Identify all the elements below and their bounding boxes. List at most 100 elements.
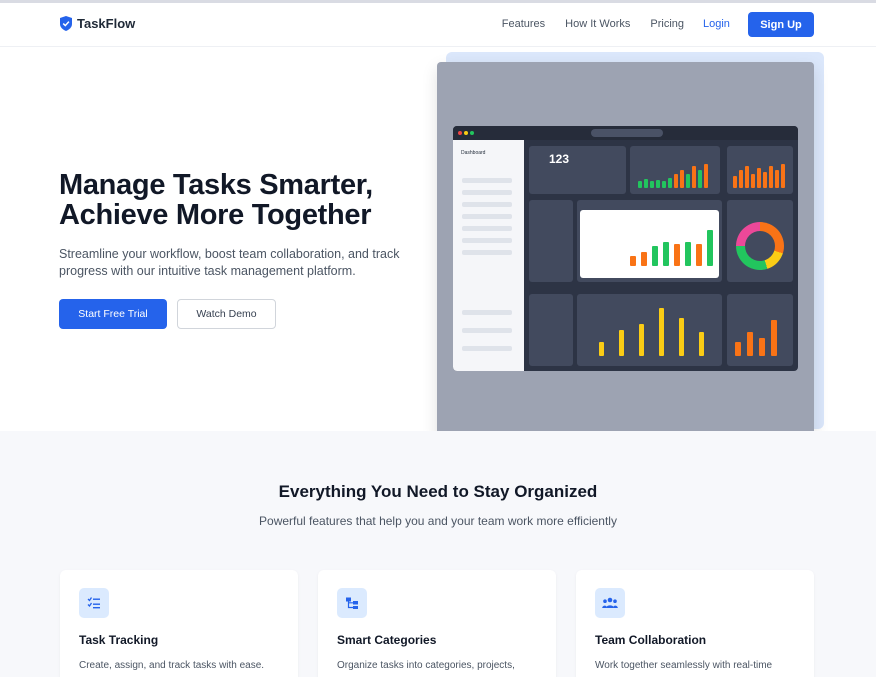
feature-card-title: Task Tracking: [79, 633, 159, 647]
chart-panel: [577, 294, 722, 366]
sidebar-user: [462, 346, 512, 351]
window-dot-icon: [464, 131, 468, 135]
chart-bar: [769, 166, 773, 188]
dashboard-search: [591, 129, 663, 137]
chart-bar: [679, 318, 684, 356]
nav-link-how-it-works[interactable]: How It Works: [565, 18, 630, 30]
sidebar-user: [462, 328, 512, 333]
sidebar-line: [462, 214, 512, 219]
chart-bar: [704, 164, 708, 188]
feature-card-smart-categories: Smart Categories Organize tasks into cat…: [318, 570, 556, 677]
chart-bar: [699, 332, 704, 356]
bar-chart: [630, 226, 716, 266]
chart-bar: [680, 170, 684, 188]
chart-bar: [644, 179, 648, 188]
chart-bar: [638, 181, 642, 188]
brand-name: TaskFlow: [77, 16, 136, 31]
chart-bar: [650, 181, 654, 188]
chart-bar: [662, 181, 666, 188]
dashboard-topbar: [453, 126, 798, 140]
feature-card-description: Organize tasks into categories, projects…: [337, 660, 515, 671]
nav-link-features[interactable]: Features: [502, 18, 545, 30]
list-panel: [529, 294, 573, 366]
bar-chart: [599, 308, 715, 356]
hero-title: Manage Tasks Smarter, Achieve More Toget…: [59, 170, 439, 230]
dashboard-sidebar-title: Dashboard: [461, 150, 486, 156]
start-free-trial-button[interactable]: Start Free Trial: [59, 299, 167, 329]
feature-card-description: Create, assign, and track tasks with eas…: [79, 660, 265, 671]
donut-chart: [736, 222, 784, 270]
chart-bar: [668, 178, 672, 188]
sidebar-line: [462, 178, 512, 183]
chart-bar: [641, 252, 647, 266]
chart-bar: [696, 244, 702, 266]
signup-button[interactable]: Sign Up: [748, 12, 814, 37]
feature-card-description: Work together seamlessly with real-time: [595, 660, 773, 671]
sidebar-line: [462, 202, 512, 207]
chart-bar: [674, 174, 678, 188]
chart-bar: [659, 308, 664, 356]
nav-link-pricing[interactable]: Pricing: [650, 18, 684, 30]
bar-chart: [735, 316, 785, 356]
sidebar-line: [462, 238, 512, 243]
categories-icon: [337, 588, 367, 618]
features-subtitle: Powerful features that help you and your…: [259, 514, 617, 528]
sidebar-user: [462, 310, 512, 315]
chart-bar: [698, 170, 702, 188]
hero-title-line-1: Manage Tasks Smarter,: [59, 169, 373, 201]
chart-bar: [735, 342, 741, 356]
feature-card-title: Smart Categories: [337, 633, 437, 647]
brand-logo[interactable]: TaskFlow: [60, 16, 135, 31]
chart-bar: [771, 320, 777, 356]
nav-links: Features How It Works Pricing: [502, 18, 684, 30]
hero-title-line-2: Achieve More Together: [59, 199, 372, 231]
chart-bar: [692, 166, 696, 188]
checklist-icon: [79, 588, 109, 618]
chart-bar: [751, 174, 755, 188]
chart-panel: [727, 146, 793, 194]
chart-bar: [747, 332, 753, 356]
mini-bar-chart: [733, 162, 789, 188]
dashboard-sidebar: Dashboard: [453, 140, 524, 371]
donut-panel: [727, 200, 793, 282]
chart-bar: [757, 168, 761, 188]
chart-bar: [599, 342, 604, 356]
chart-bar: [686, 174, 690, 188]
window-dot-icon: [458, 131, 462, 135]
chart-bar: [781, 164, 785, 188]
chart-bar: [663, 242, 669, 266]
login-link[interactable]: Login: [703, 18, 730, 30]
feature-card-title: Team Collaboration: [595, 633, 707, 647]
dashboard-preview: Dashboard 123: [453, 126, 798, 371]
hero-subtitle: Streamline your workflow, boost team col…: [59, 247, 400, 278]
chart-bar: [739, 170, 743, 188]
navbar: TaskFlow Features How It Works Pricing L…: [0, 3, 876, 47]
shield-check-icon: [60, 16, 72, 31]
features-title: Everything You Need to Stay Organized: [278, 482, 598, 501]
sidebar-line: [462, 190, 512, 195]
watch-demo-button[interactable]: Watch Demo: [177, 299, 276, 329]
stat-panel: 123: [529, 146, 626, 194]
chart-bar: [619, 330, 624, 356]
stat-value: 123: [549, 152, 570, 166]
feature-card-team-collaboration: Team Collaboration Work together seamles…: [576, 570, 814, 677]
chart-bar: [652, 246, 658, 266]
chart-panel: [577, 200, 722, 282]
sidebar-line: [462, 250, 512, 255]
chart-panel: [727, 294, 793, 366]
chart-bar: [759, 338, 765, 356]
chart-bar: [707, 230, 713, 266]
mini-bar-chart: [638, 164, 714, 188]
chart-bar: [674, 244, 680, 266]
chart-bar: [630, 256, 636, 266]
chart-bar: [685, 242, 691, 266]
team-icon: [595, 588, 625, 618]
window-dot-icon: [470, 131, 474, 135]
list-panel: [529, 200, 573, 282]
chart-card: [580, 210, 719, 278]
chart-bar: [745, 166, 749, 188]
feature-card-task-tracking: Task Tracking Create, assign, and track …: [60, 570, 298, 677]
chart-bar: [639, 324, 644, 356]
sidebar-line: [462, 226, 512, 231]
chart-bar: [733, 176, 737, 188]
